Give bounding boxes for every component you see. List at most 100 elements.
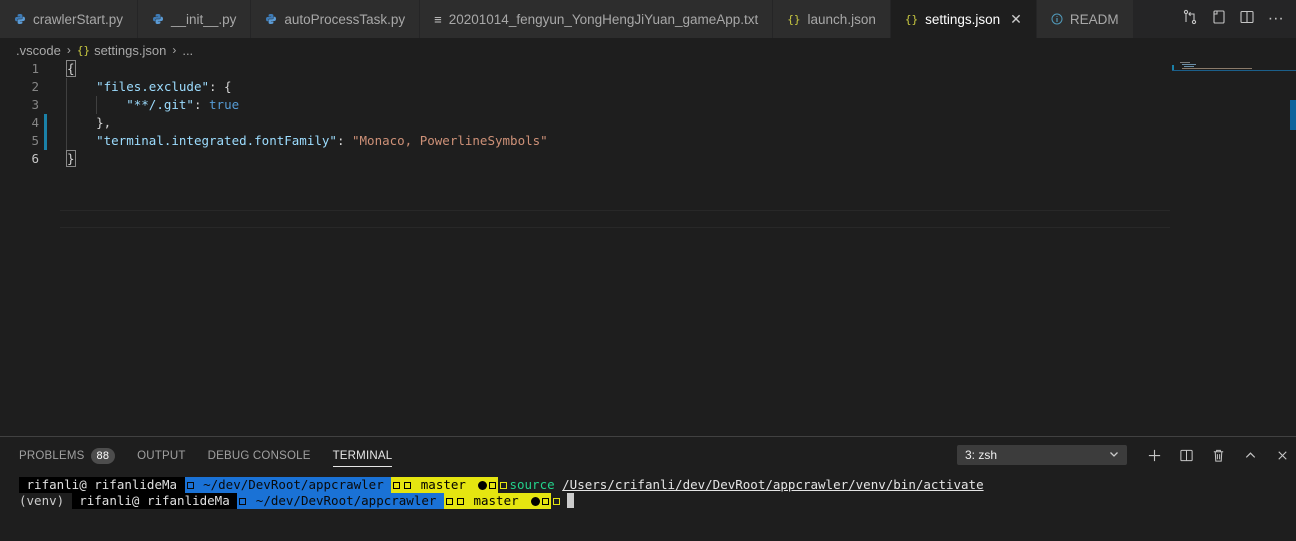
venv-indicator: (venv) (19, 493, 72, 508)
close-icon[interactable]: ✕ (1010, 11, 1022, 28)
code-line: 1{ (0, 60, 1170, 78)
tab-autoprocesstask-py[interactable]: autoProcessTask.py (251, 0, 421, 38)
dirty-indicator-icon (531, 497, 541, 506)
tab-terminal[interactable]: TERMINAL (332, 445, 393, 467)
scrollbar-slider[interactable] (1290, 100, 1296, 130)
code-token: } (66, 150, 76, 167)
maximize-panel-icon[interactable] (1234, 448, 1266, 463)
tab-problems[interactable]: PROBLEMS 88 (19, 445, 116, 467)
editor-actions: ··· (1170, 0, 1296, 38)
branch-icon (404, 482, 412, 489)
tab-label: 20201014_fengyun_YongHengJiYuan_gameApp.… (448, 11, 759, 27)
prompt-branch: master (391, 477, 499, 493)
terminal-line: (venv) rifanli@ rifanlideMa ~/dev/DevRoo… (19, 493, 984, 509)
python-icon (265, 13, 277, 25)
problems-count-badge: 88 (90, 448, 116, 464)
terminal-path-link[interactable]: /Users/crifanli/dev/DevRoot/appcrawler/v… (562, 477, 983, 493)
branch-icon (456, 498, 464, 505)
tab-output[interactable]: OUTPUT (137, 445, 185, 467)
breadcrumb-more[interactable]: ... (182, 43, 193, 58)
code-token: { (66, 60, 76, 77)
json-icon: {} (76, 43, 91, 57)
code-token: "Monaco, PowerlineSymbols" (352, 133, 548, 148)
json-icon: {} (787, 12, 801, 26)
terminal-select-value: 3: zsh (965, 448, 998, 462)
tab-20201014-fengyun-yonghengjiyuan-gameapp-txt[interactable]: ≡ 20201014_fengyun_YongHengJiYuan_gameApp… (420, 0, 774, 38)
powerline-glyph-icon (489, 482, 497, 489)
current-line-highlight (60, 210, 1170, 228)
open-changes-icon[interactable] (1182, 9, 1198, 30)
chevron-down-icon (1109, 448, 1119, 462)
new-terminal-icon[interactable] (1138, 448, 1170, 463)
tab-label: launch.json (807, 11, 876, 27)
trash-icon[interactable] (1202, 448, 1234, 463)
code-text: "terminal.integrated.fontFamily": "Monac… (66, 132, 548, 150)
code-text: { (66, 60, 76, 78)
code-token: true (209, 97, 240, 112)
terminal-select[interactable]: 3: zsh (957, 445, 1127, 465)
code-token: "**/.git" (126, 97, 194, 112)
prompt-branch-text: master (465, 493, 527, 508)
prompt-dir-text: ~/dev/DevRoot/appcrawler (195, 477, 392, 492)
tab-label: READM (1069, 11, 1119, 27)
split-terminal-icon[interactable] (1170, 448, 1202, 463)
line-number: 1 (31, 61, 39, 76)
open-preview-icon[interactable] (1211, 9, 1227, 30)
json-icon: {} (904, 12, 919, 26)
code-token: : (193, 97, 210, 112)
code-token: }, (66, 115, 112, 130)
code-line: 5 "terminal.integrated.fontFamily": "Mon… (0, 132, 1170, 150)
terminal-command: source (509, 477, 555, 492)
tab-problems-label: PROBLEMS (19, 450, 85, 462)
breadcrumb-folder[interactable]: .vscode (16, 43, 61, 58)
panel-tabs: PROBLEMS 88 OUTPUT DEBUG CONSOLE TERMINA… (19, 445, 414, 467)
code-text: }, (66, 114, 111, 132)
code-token: "terminal.integrated.fontFamily" (96, 133, 337, 148)
tab-init-py[interactable]: __init__.py (138, 0, 252, 38)
line-number: 5 (31, 133, 39, 148)
breadcrumb-file[interactable]: settings.json (94, 43, 166, 58)
code-text: "**/.git": true (66, 96, 239, 114)
powerline-glyph-icon (542, 498, 550, 505)
tab-crawlerstart-py[interactable]: crawlerStart.py (0, 0, 139, 38)
terminal-cursor (567, 493, 575, 508)
terminal-output[interactable]: rifanli@ rifanlideMa ~/dev/DevRoot/appcr… (19, 477, 984, 509)
tab-debug-console[interactable]: DEBUG CONSOLE (208, 445, 311, 467)
code-token: : (336, 133, 352, 148)
prompt-dir-text: ~/dev/DevRoot/appcrawler (248, 493, 444, 508)
minimap[interactable] (1172, 60, 1296, 436)
line-number: 3 (31, 97, 39, 112)
code-editor[interactable]: 1{2 "files.exclude": {3 "**/.git": true 4… (0, 60, 1296, 436)
prompt-branch: master (443, 493, 552, 509)
powerline-glyph-icon (445, 498, 453, 505)
powerline-glyph-icon (551, 493, 562, 509)
close-panel-icon[interactable] (1266, 448, 1296, 463)
prompt-dir: ~/dev/DevRoot/appcrawler (237, 493, 444, 509)
tab-label: __init__.py (171, 11, 237, 27)
code-line: 4 }, (0, 114, 1170, 132)
code-text: } (66, 150, 76, 168)
more-actions-icon[interactable]: ··· (1268, 11, 1284, 27)
line-number: 4 (31, 115, 39, 130)
code-text: "files.exclude": { (66, 78, 232, 96)
line-number: 2 (31, 79, 39, 94)
code-token: "files.exclude" (96, 79, 209, 94)
dirty-indicator-icon (478, 481, 488, 490)
chevron-right-icon: › (172, 43, 177, 57)
powerline-glyph-icon (186, 482, 194, 489)
text-file-icon: ≡ (434, 11, 442, 27)
powerline-glyph-icon (239, 498, 247, 505)
powerline-glyph-icon (393, 482, 401, 489)
prompt-branch-text: master (413, 477, 474, 492)
split-editor-icon[interactable] (1239, 9, 1255, 30)
tab-readm[interactable]: READM (1036, 0, 1134, 38)
info-icon (1051, 13, 1063, 25)
panel-actions (1138, 445, 1296, 465)
code-token: : { (209, 79, 232, 94)
code-line: 2 "files.exclude": { (0, 78, 1170, 96)
tab-launch-json[interactable]: {} launch.json (773, 0, 891, 38)
tab-settings-json[interactable]: {} settings.json ✕ (890, 0, 1037, 38)
bottom-panel: PROBLEMS 88 OUTPUT DEBUG CONSOLE TERMINA… (0, 436, 1296, 541)
